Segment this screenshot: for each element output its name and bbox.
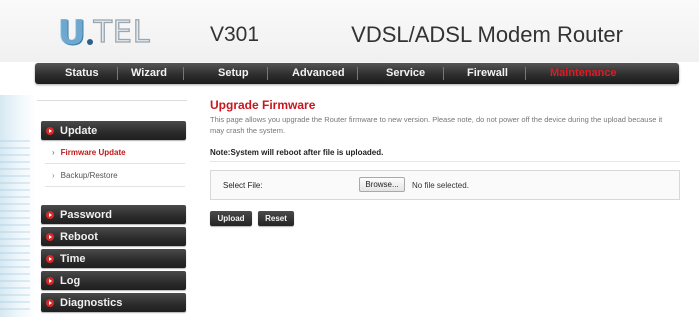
nav-status[interactable]: Status [65,63,99,84]
red-bullet-icon [46,210,54,219]
browse-button[interactable]: Browse... [359,177,405,192]
sidebar-top-divider [37,100,187,101]
left-decoration-stripes [0,140,30,310]
sidebar-section-label: Password [60,208,112,221]
sidebar-section-log[interactable]: Log [41,271,186,290]
page-description: This page allows you upgrade the Router … [210,115,663,135]
sidebar-section-password[interactable]: Password [41,205,186,224]
logo-letter-u: U [58,13,86,53]
sidebar-item-backup-restore[interactable]: › Backup/Restore [52,171,118,180]
utel-logo: U TEL [58,12,151,52]
red-bullet-icon [46,276,54,285]
nav-divider [443,67,444,80]
file-select-row: Select File: Browse... No file selected. [210,170,680,200]
reboot-note: Note:System will reboot after file is up… [210,148,384,157]
nav-divider [267,67,268,80]
nav-wizard[interactable]: Wizard [131,63,167,84]
chevron-right-icon: › [52,148,55,157]
header: U TEL V301 VDSL/ADSL Modem Router [0,0,699,62]
nav-divider [117,67,118,80]
reset-button[interactable]: Reset [258,211,294,226]
chevron-right-icon: › [52,171,55,180]
select-file-label: Select File: [223,181,263,190]
sidebar-item-label: Firmware Update [60,148,126,157]
nav-maintenance[interactable]: Maintenance [550,63,617,84]
product-name: VDSL/ADSL Modem Router [351,22,623,47]
main-nav: Status Wizard Setup Advanced Service Fir… [35,63,679,84]
nav-divider [183,67,184,80]
sidebar-item-label: Backup/Restore [60,171,118,180]
upload-button[interactable]: Upload [210,211,252,226]
red-bullet-icon [46,254,54,263]
logo-letters-tel: TEL [93,14,151,50]
logo-dot [86,39,93,45]
content-divider [210,161,680,162]
sidebar-section-label: Log [60,274,81,287]
nav-service[interactable]: Service [386,63,425,84]
sidebar-section-label: Time [60,252,86,265]
sidebar-section-diagnostics[interactable]: Diagnostics [41,293,186,312]
page-title: Upgrade Firmware [210,98,316,112]
nav-advanced[interactable]: Advanced [292,63,345,84]
red-bullet-icon [46,126,54,135]
sidebar-section-label: Update [60,124,98,137]
sidebar-section-update[interactable]: Update [41,121,186,140]
red-bullet-icon [46,298,54,307]
sidebar-divider [45,186,185,187]
model-name: V301 [210,23,260,46]
nav-divider [357,67,358,80]
nav-divider [525,67,526,80]
red-bullet-icon [46,232,54,241]
sidebar-section-time[interactable]: Time [41,249,186,268]
sidebar-section-reboot[interactable]: Reboot [41,227,186,246]
sidebar-item-firmware-update[interactable]: › Firmware Update [52,148,126,157]
sidebar-section-label: Reboot [60,230,98,243]
sidebar-divider [45,163,185,164]
nav-firewall[interactable]: Firewall [467,63,508,84]
sidebar-section-label: Diagnostics [60,296,123,309]
file-status-text: No file selected. [412,181,469,190]
nav-setup[interactable]: Setup [218,63,249,84]
